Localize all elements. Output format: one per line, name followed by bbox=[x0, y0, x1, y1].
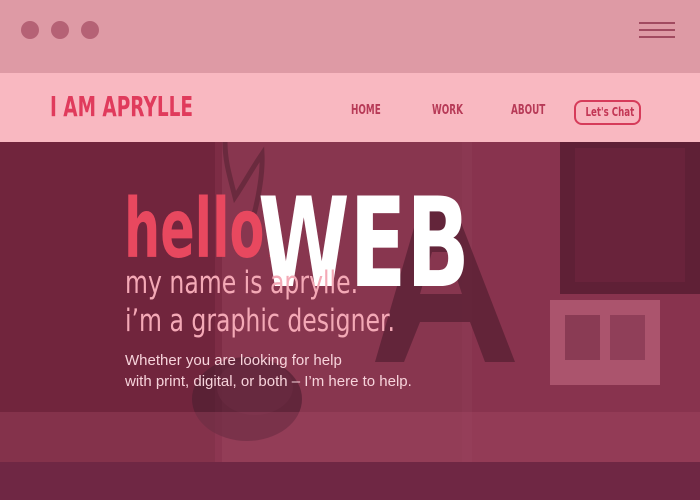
minimize-dot[interactable] bbox=[51, 21, 69, 39]
menu-line bbox=[639, 22, 675, 24]
hero-help-line-2: with print, digital, or both – I’m here … bbox=[125, 373, 412, 390]
hero-intro-line-1: my name is aprylle. bbox=[125, 265, 359, 301]
nav-about-link[interactable]: ABOUT bbox=[511, 103, 545, 118]
block-letter-m bbox=[610, 315, 645, 360]
nav-work-link[interactable]: WORK bbox=[432, 103, 463, 118]
nav-home-link[interactable]: HOME bbox=[351, 103, 381, 118]
lets-chat-label: Let's Chat bbox=[585, 105, 635, 119]
maximize-dot[interactable] bbox=[81, 21, 99, 39]
window-titlebar bbox=[0, 0, 700, 73]
desk-surface bbox=[0, 412, 700, 462]
site-logo[interactable]: I AM APRYLLE bbox=[50, 90, 193, 123]
menu-line bbox=[639, 29, 675, 31]
close-dot[interactable] bbox=[21, 21, 39, 39]
hero-section: hello. WEB my name is aprylle. i’m a gra… bbox=[0, 142, 700, 462]
hamburger-menu-icon[interactable] bbox=[639, 20, 675, 40]
monitor-screen-shape bbox=[575, 148, 685, 282]
site-navbar: I AM APRYLLE HOME WORK ABOUT Let's Chat bbox=[0, 73, 700, 142]
app-window: I AM APRYLLE HOME WORK ABOUT Let's Chat … bbox=[0, 0, 700, 500]
footer-band bbox=[0, 462, 700, 500]
block-letter-s bbox=[565, 315, 600, 360]
menu-line bbox=[639, 36, 675, 38]
hero-intro-line-2: i’m a graphic designer. bbox=[125, 303, 396, 339]
lets-chat-button[interactable]: Let's Chat bbox=[574, 100, 641, 125]
hero-help-line-1: Whether you are looking for help bbox=[125, 352, 342, 369]
